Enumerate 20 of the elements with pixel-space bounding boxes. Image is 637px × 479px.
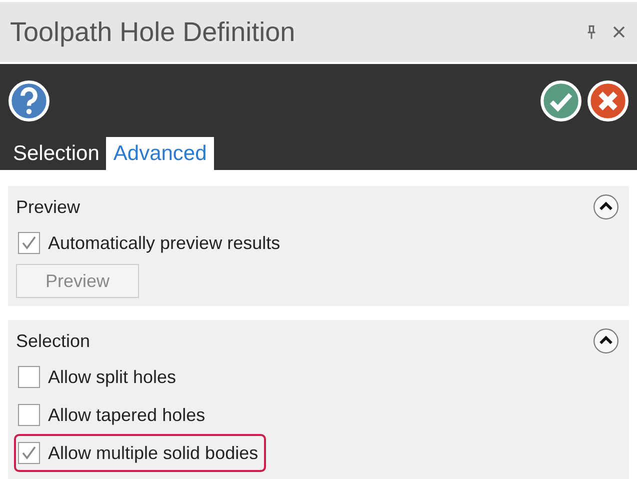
checkbox[interactable] — [18, 404, 40, 426]
checkbox-label[interactable]: Allow tapered holes — [48, 404, 206, 426]
close-icon[interactable] — [613, 26, 625, 38]
ok-icon[interactable] — [540, 80, 582, 122]
collapse-icon[interactable] — [593, 328, 619, 354]
checkbox-label[interactable]: Allow multiple solid bodies — [48, 442, 258, 464]
section-title: Selection — [16, 330, 92, 352]
checkbox[interactable] — [18, 232, 40, 254]
checkbox-label[interactable]: Automatically preview results — [48, 232, 280, 254]
collapse-icon[interactable] — [593, 194, 619, 220]
section-title: Preview — [16, 196, 82, 218]
window-title: Toolpath Hole Definition — [10, 16, 296, 48]
help-icon[interactable] — [8, 80, 50, 122]
cancel-icon[interactable] — [587, 80, 629, 122]
pin-icon[interactable] — [586, 24, 597, 40]
checkbox[interactable] — [18, 442, 40, 464]
checkbox[interactable] — [18, 366, 40, 388]
tab[interactable]: Advanced — [106, 137, 214, 170]
checkbox-label[interactable]: Allow split holes — [48, 366, 176, 388]
tab[interactable]: Selection — [6, 137, 106, 170]
